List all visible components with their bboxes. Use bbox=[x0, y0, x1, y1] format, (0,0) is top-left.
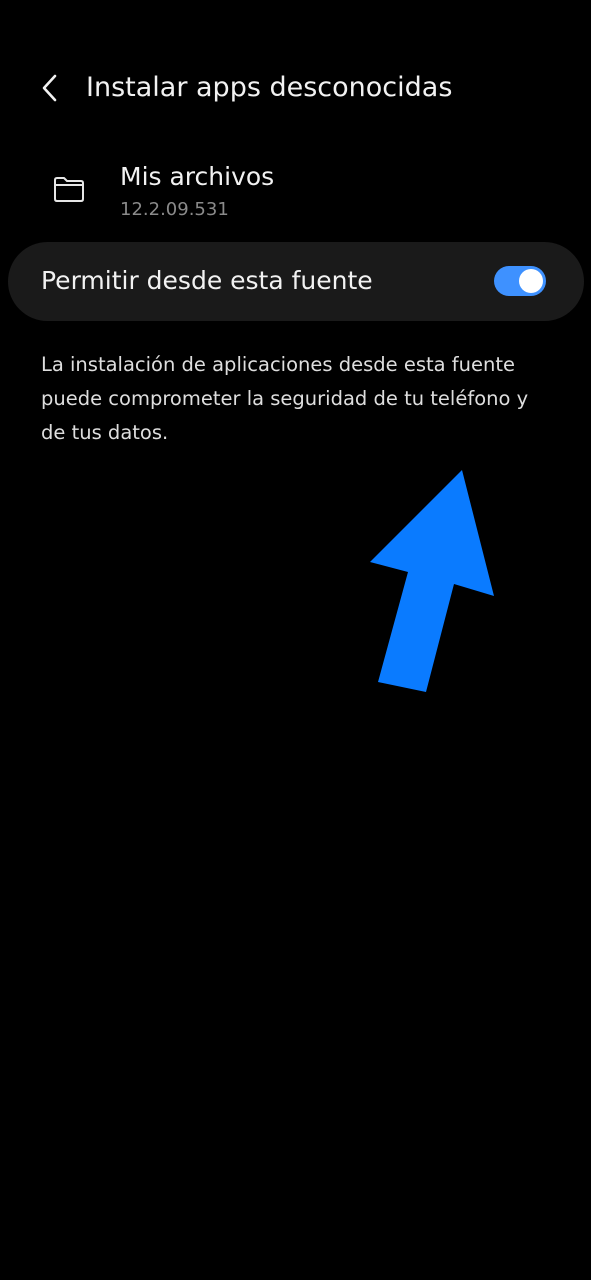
app-name: Mis archivos bbox=[120, 162, 275, 191]
app-version: 12.2.09.531 bbox=[120, 199, 229, 220]
arrow-up-icon bbox=[360, 460, 510, 700]
switch-knob bbox=[519, 269, 543, 293]
warning-description: La instalación de aplicaciones desde est… bbox=[41, 353, 529, 444]
allow-source-row[interactable]: Permitir desde esta fuente bbox=[8, 242, 584, 321]
folder-icon bbox=[52, 172, 86, 206]
chevron-left-icon bbox=[42, 74, 57, 102]
back-button[interactable] bbox=[30, 64, 70, 112]
app-bar: Instalar apps desconocidas bbox=[0, 58, 591, 120]
allow-source-label: Permitir desde esta fuente bbox=[41, 266, 373, 295]
allow-source-switch[interactable] bbox=[494, 266, 546, 296]
app-info: Mis archivos 12.2.09.531 bbox=[0, 150, 591, 230]
page-title: Instalar apps desconocidas bbox=[86, 72, 453, 103]
